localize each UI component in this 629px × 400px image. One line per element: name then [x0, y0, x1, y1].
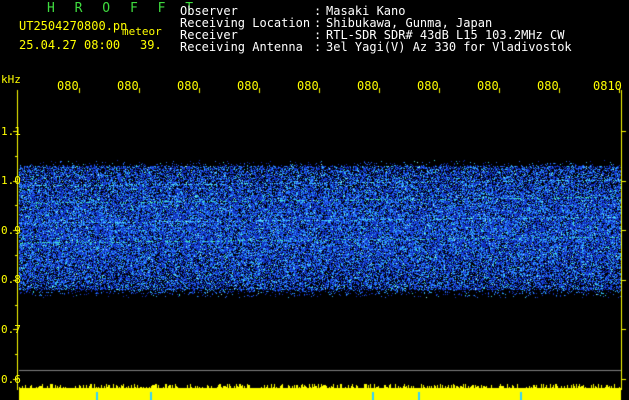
- x-tick-label: 080: [477, 79, 499, 93]
- meteor-label: meteor: [122, 25, 162, 38]
- x-tick-label: 080: [177, 79, 199, 93]
- x-tick-label: 080: [237, 79, 259, 93]
- y-tick-label: 0.7: [1, 323, 21, 336]
- y-tick-label: 1.0: [1, 174, 21, 187]
- station-title: H R O F F T: [47, 1, 200, 16]
- x-tick-label: 0810: [593, 79, 622, 93]
- date-time: 25.04.27 08:00: [19, 38, 121, 52]
- y-tick-label: 0.6: [1, 373, 21, 386]
- y-tick-label: 1.1: [1, 125, 21, 138]
- y-tick-label: 0.9: [1, 224, 21, 237]
- x-tick-label: 080: [117, 79, 139, 93]
- info-sep: :: [314, 40, 322, 54]
- meteor-count: 39.: [140, 38, 162, 52]
- x-tick-label: 080: [57, 79, 79, 93]
- x-tick-label: 080: [417, 79, 439, 93]
- x-tick-label: 080: [537, 79, 559, 93]
- info-label-antenna: Receiving Antenna: [180, 40, 303, 54]
- y-axis-unit: kHz: [1, 73, 21, 86]
- x-tick-label: 080: [357, 79, 379, 93]
- y-tick-label: 0.8: [1, 273, 21, 286]
- info-value-antenna: 3el Yagi(V) Az 330 for Vladivostok: [326, 40, 572, 54]
- x-tick-label: 080: [297, 79, 319, 93]
- file-name: UT2504270800.pn: [19, 19, 128, 33]
- spectrogram: [0, 0, 629, 400]
